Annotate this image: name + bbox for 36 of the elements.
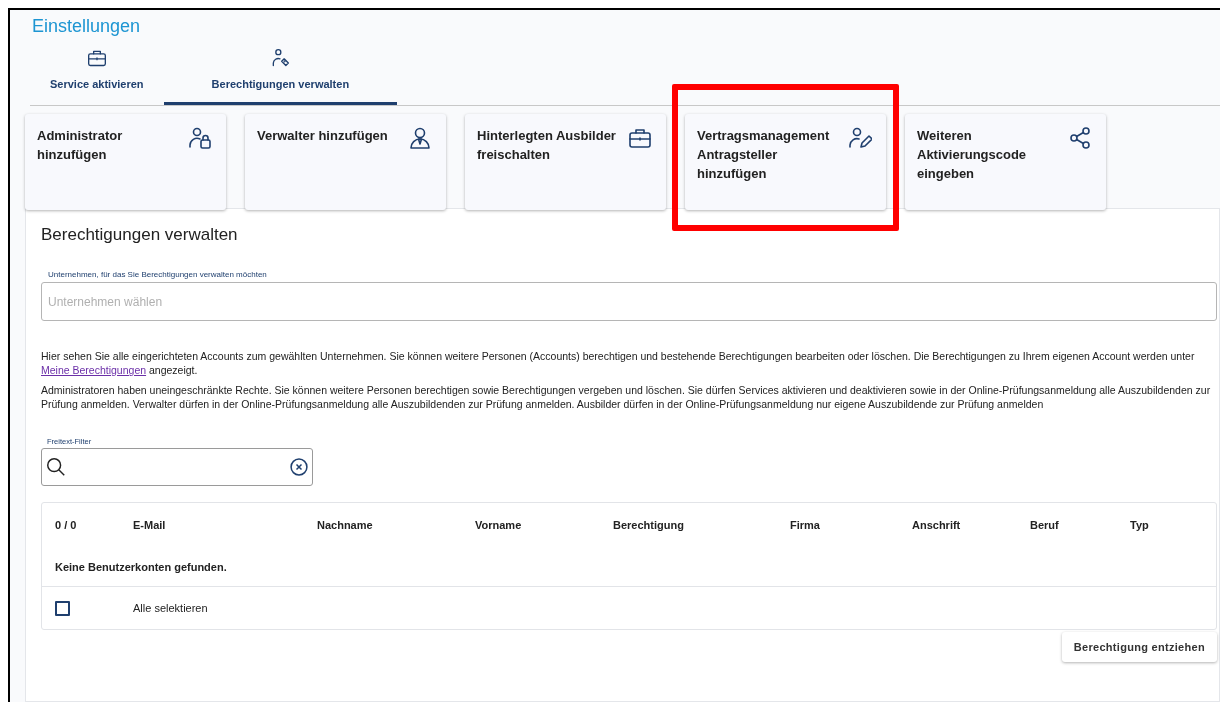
info-text: Hier sehen Sie alle eingerichteten Accounts zum gewählten Unternehmen. Sie können weitere Personen (Accounts) berechtigen und bestehende Berechtigungen bearbeiten oder löschen. Die Berechtigungen zu Ihrem eigenen Account werden unter Meine Berechtigungen angezeigt. <box>41 349 1196 377</box>
column-header: Vorname <box>475 518 522 533</box>
column-header: 0 / 0 <box>55 518 77 533</box>
column-header: Berechtigung <box>613 518 684 533</box>
user-tie-icon <box>408 126 432 150</box>
revoke-button[interactable]: Berechtigung entziehen <box>1061 632 1217 663</box>
company-field[interactable]: Unternehmen wählen <box>41 282 1217 321</box>
filter-field[interactable] <box>41 448 313 487</box>
checkbox[interactable] <box>55 600 70 616</box>
user-tag-icon <box>270 47 291 68</box>
user-lock-icon <box>188 126 212 150</box>
action-card[interactable]: Verwalter hinzufügen <box>245 114 446 210</box>
action-card[interactable]: Weiteren Aktivierungscode eingeben <box>905 114 1106 210</box>
share-icon <box>1068 126 1092 150</box>
page-title: Einstellungen <box>32 15 141 38</box>
column-header: Anschrift <box>912 518 961 533</box>
briefcase-icon <box>628 126 652 150</box>
user-pencil-icon <box>848 126 872 150</box>
checkbox-label: Alle selektieren <box>133 601 208 616</box>
column-header: Nachname <box>317 518 373 533</box>
action-card[interactable]: Vertragsmanagement Antragsteller hinzufügen <box>685 114 886 210</box>
field-label: Unternehmen, für das Sie Berechtigungen verwalten möchten <box>48 269 268 281</box>
tab[interactable]: Berechtigungen verwalten <box>163 47 398 105</box>
column-header: Typ <box>1130 518 1149 533</box>
column-header: Firma <box>790 518 820 533</box>
roles-text: Administratoren haben uneingeschränkte Rechte. Sie können weitere Personen berechtigen sowie Berechtigungen vergeben und löschen. Sie dürfen Services aktivieren und deaktivieren sowie in der Online-Prüfungsanmeldung alle Auszubildenden zur Prüfung anmelden. Verwalter dürfen in der Online-Prüfungsanmeldung alle Auszubildenden zur Prüfung anmelden. Ausbilder dürfen in der Online-Prüfungsanmeldung nur eigene Auszubildende zur Prüfung anmelden <box>41 383 1212 411</box>
empty-message: Keine Benutzerkonten gefunden. <box>55 559 227 575</box>
tab[interactable]: Service aktivieren <box>30 47 164 105</box>
link[interactable]: Meine Berechtigungen <box>41 364 147 376</box>
search-icon <box>45 456 67 479</box>
panel-heading: Berechtigungen verwalten <box>41 224 239 246</box>
action-card[interactable]: Hinterlegten Ausbilder freischalten <box>465 114 666 210</box>
column-header: Beruf <box>1030 518 1059 533</box>
action-card[interactable]: Administrator hinzufügen <box>25 114 226 210</box>
clear-icon[interactable] <box>289 457 309 478</box>
column-header: E-Mail <box>133 518 166 533</box>
